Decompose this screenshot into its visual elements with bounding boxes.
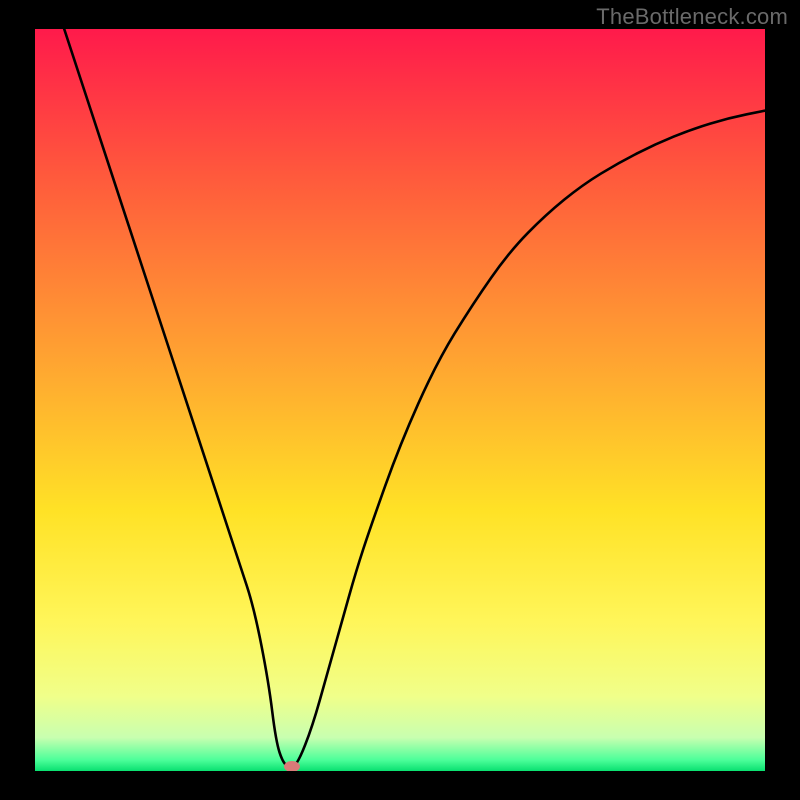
chart-svg xyxy=(35,29,765,771)
plot-area xyxy=(35,29,765,771)
gradient-background xyxy=(35,29,765,771)
chart-frame: TheBottleneck.com xyxy=(0,0,800,800)
watermark-text: TheBottleneck.com xyxy=(596,4,788,30)
